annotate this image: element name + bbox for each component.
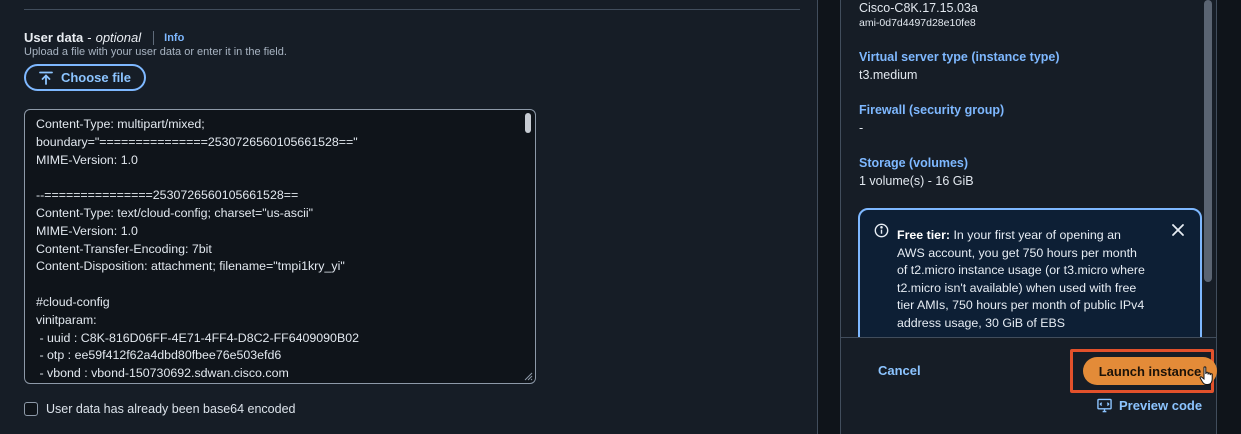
base64-encoded-row: User data has already been base64 encode… xyxy=(24,402,296,416)
summary-scrollbar[interactable] xyxy=(1204,0,1212,282)
free-tier-message: Free tier: In your first year of opening… xyxy=(897,227,1147,333)
launch-instance-button[interactable]: Launch instance xyxy=(1083,357,1217,385)
firewall-link[interactable]: Firewall (security group) xyxy=(859,103,1004,117)
choose-file-button[interactable]: Choose file xyxy=(24,64,146,91)
user-data-label: User data xyxy=(24,30,84,45)
base64-checkbox[interactable] xyxy=(24,402,38,416)
cancel-button[interactable]: Cancel xyxy=(878,363,921,378)
free-tier-alert: Free tier: In your first year of opening… xyxy=(858,208,1202,348)
label-dash: - xyxy=(87,30,92,45)
textarea-scrollbar[interactable] xyxy=(523,112,533,370)
label-separator xyxy=(153,30,155,45)
choose-file-label: Choose file xyxy=(60,70,132,85)
storage-value: 1 volume(s) - 16 GiB xyxy=(859,174,974,188)
instance-type-value: t3.medium xyxy=(859,68,918,82)
ami-id: ami-0d7d4497d28e10fe8 xyxy=(859,17,976,29)
ami-name: Cisco-C8K.17.15.03a xyxy=(859,1,978,15)
free-tier-title: Free tier: xyxy=(897,228,951,242)
user-data-textarea[interactable]: Content-Type: multipart/mixed; boundary=… xyxy=(24,109,536,384)
firewall-value: - xyxy=(859,121,864,135)
user-data-description: Upload a file with your user data or ent… xyxy=(24,46,287,58)
user-data-panel: User data - optional Info Upload a file … xyxy=(0,0,818,434)
hand-pointer-icon xyxy=(1199,366,1213,385)
storage-link[interactable]: Storage (volumes) xyxy=(859,156,968,170)
code-preview-icon xyxy=(1097,398,1112,413)
preview-code-link[interactable]: Preview code xyxy=(1097,398,1202,413)
free-tier-text: In your first year of opening an AWS acc… xyxy=(897,228,1145,330)
upload-icon xyxy=(39,71,53,85)
preview-code-label: Preview code xyxy=(1119,398,1203,413)
user-data-header: User data - optional Info xyxy=(24,30,184,45)
close-icon[interactable] xyxy=(1170,222,1186,238)
resize-handle-icon[interactable] xyxy=(523,371,533,381)
base64-label: User data has already been base64 encode… xyxy=(46,402,296,416)
info-circle-icon xyxy=(874,223,889,238)
instance-type-link[interactable]: Virtual server type (instance type) xyxy=(859,50,1060,64)
summary-footer: Cancel Launch instance Preview code xyxy=(841,337,1217,434)
summary-panel: Cisco-C8K.17.15.03a ami-0d7d4497d28e10fe… xyxy=(840,0,1217,434)
textarea-scroll-thumb[interactable] xyxy=(525,113,531,133)
info-link[interactable]: Info xyxy=(164,32,184,44)
optional-label: optional xyxy=(95,30,142,45)
user-data-content: Content-Type: multipart/mixed; boundary=… xyxy=(36,117,359,381)
section-divider xyxy=(24,9,800,10)
